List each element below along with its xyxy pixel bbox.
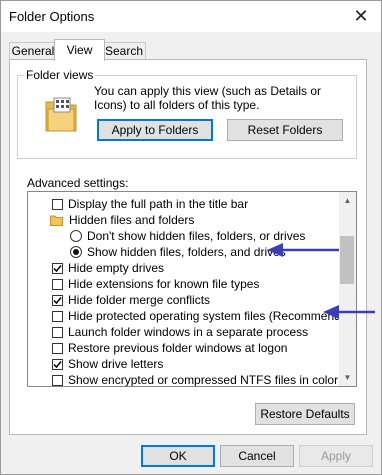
folder-icon bbox=[50, 215, 63, 226]
setting-separate-process[interactable]: Launch folder windows in a separate proc… bbox=[52, 324, 308, 340]
checkmark-icon bbox=[53, 296, 62, 304]
setting-label: Hide extensions for known file types bbox=[68, 277, 260, 291]
setting-label: Display the full path in the title bar bbox=[68, 197, 249, 211]
checkbox-unchecked[interactable] bbox=[52, 342, 63, 354]
checkbox-unchecked[interactable] bbox=[52, 310, 63, 322]
setting-label: Don't show hidden files, folders, or dri… bbox=[87, 229, 306, 243]
setting-dont-show-hidden[interactable]: Don't show hidden files, folders, or dri… bbox=[70, 228, 305, 244]
vertical-scrollbar[interactable]: ▲ ▼ bbox=[339, 192, 356, 386]
setting-display-full-path[interactable]: Display the full path in the title bar bbox=[52, 196, 248, 212]
cancel-button[interactable]: Cancel bbox=[220, 445, 294, 467]
setting-label: Restore previous folder windows at logon bbox=[68, 341, 288, 355]
checkbox-checked[interactable] bbox=[52, 358, 63, 370]
setting-restore-windows[interactable]: Restore previous folder windows at logon bbox=[52, 340, 287, 356]
window-title: Folder Options bbox=[9, 9, 95, 24]
setting-label: Show encrypted or compressed NTFS files … bbox=[68, 373, 339, 387]
setting-label: Show drive letters bbox=[68, 357, 164, 371]
setting-label: Hide folder merge conflicts bbox=[68, 293, 211, 307]
setting-show-drive-letters[interactable]: Show drive letters bbox=[52, 356, 163, 372]
checkbox-unchecked[interactable] bbox=[52, 374, 63, 386]
checkmark-icon bbox=[53, 264, 62, 272]
scroll-down-icon[interactable]: ▼ bbox=[339, 369, 356, 386]
checkbox-unchecked[interactable] bbox=[52, 326, 63, 338]
setting-hide-protected-files[interactable]: Hide protected operating system files (R… bbox=[52, 308, 357, 324]
radio-dot bbox=[73, 249, 79, 255]
setting-label: Hide empty drives bbox=[68, 261, 165, 275]
checkmark-icon bbox=[53, 360, 62, 368]
setting-label: Hidden files and folders bbox=[69, 213, 195, 227]
folder-views-legend: Folder views bbox=[24, 68, 96, 82]
folder-views-icon bbox=[45, 97, 77, 132]
close-icon[interactable]: ✕ bbox=[341, 1, 381, 32]
setting-label: Show hidden files, folders, and drives bbox=[87, 245, 286, 259]
tab-view[interactable]: View bbox=[54, 39, 105, 61]
reset-folders-button[interactable]: Reset Folders bbox=[227, 119, 343, 141]
setting-group-hidden-files: Hidden files and folders bbox=[50, 212, 194, 228]
setting-ntfs-color[interactable]: Show encrypted or compressed NTFS files … bbox=[52, 372, 339, 387]
checkbox-unchecked[interactable] bbox=[52, 198, 63, 210]
checkbox-checked[interactable] bbox=[52, 262, 63, 274]
apply-to-folders-button[interactable]: Apply to Folders bbox=[97, 119, 213, 141]
tab-search[interactable]: Search bbox=[102, 42, 146, 60]
checkbox-unchecked[interactable] bbox=[52, 278, 63, 290]
setting-label: Launch folder windows in a separate proc… bbox=[68, 325, 309, 339]
title-bar: Folder Options ✕ bbox=[1, 1, 381, 32]
folder-options-window: Folder Options ✕ General View Search Fol… bbox=[0, 0, 382, 475]
radio-selected[interactable] bbox=[70, 246, 82, 258]
apply-button: Apply bbox=[299, 445, 373, 467]
tab-general[interactable]: General bbox=[9, 42, 57, 60]
setting-hide-merge-conflicts[interactable]: Hide folder merge conflicts bbox=[52, 292, 210, 308]
setting-label: Hide protected operating system files (R… bbox=[68, 309, 357, 323]
checkbox-checked[interactable] bbox=[52, 294, 63, 306]
setting-show-hidden[interactable]: Show hidden files, folders, and drives bbox=[70, 244, 286, 260]
restore-defaults-button[interactable]: Restore Defaults bbox=[255, 403, 355, 425]
advanced-settings-label: Advanced settings: bbox=[27, 176, 129, 190]
scroll-up-icon[interactable]: ▲ bbox=[339, 192, 356, 209]
advanced-settings-list[interactable]: Display the full path in the title bar H… bbox=[27, 191, 357, 387]
ok-button[interactable]: OK bbox=[141, 445, 215, 467]
scrollbar-thumb[interactable] bbox=[340, 236, 354, 284]
setting-hide-empty-drives[interactable]: Hide empty drives bbox=[52, 260, 164, 276]
radio-unselected[interactable] bbox=[70, 230, 82, 242]
setting-hide-extensions[interactable]: Hide extensions for known file types bbox=[52, 276, 259, 292]
folder-views-description: You can apply this view (such as Details… bbox=[94, 84, 322, 112]
folder-views-group: Folder views You can apply this view (su… bbox=[17, 68, 357, 159]
